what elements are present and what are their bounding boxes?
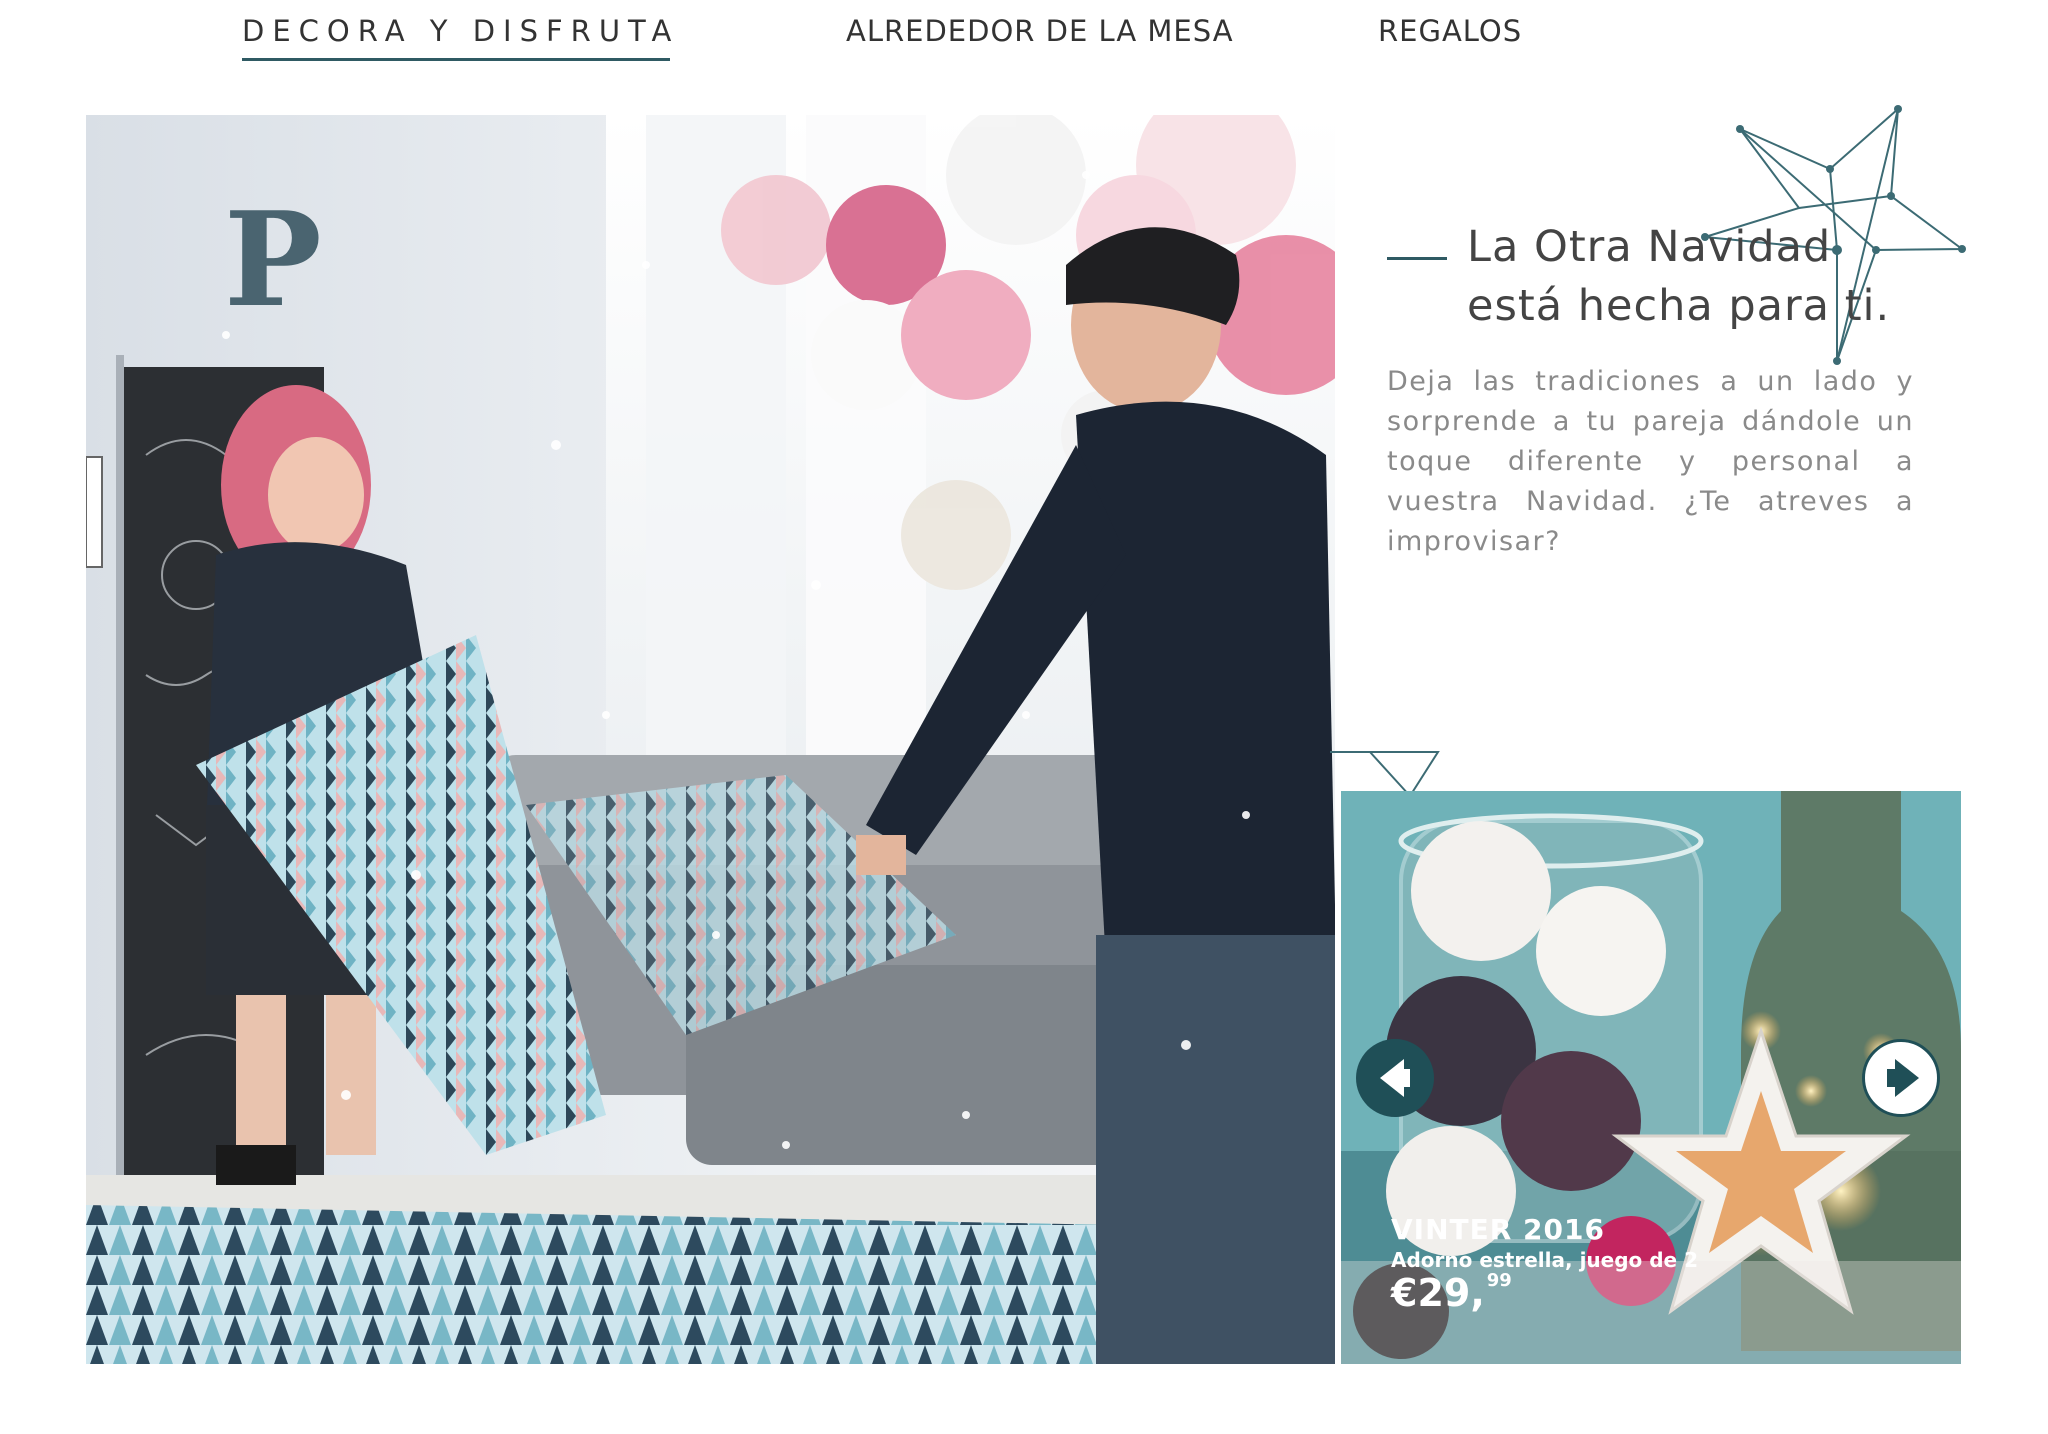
hero-image: P [86, 115, 1335, 1364]
headline-line-2: está hecha para ti. [1467, 281, 1891, 331]
carousel-prev-button[interactable] [1356, 1039, 1434, 1117]
nav-tab-decora-y-disfruta[interactable]: DECORA Y DISFRUTA [242, 14, 679, 48]
top-navigation: DECORA Y DISFRUTA ALREDEDOR DE LA MESA R… [0, 0, 2048, 80]
arrow-left-icon [1380, 1059, 1410, 1097]
price-cents: 99 [1486, 1270, 1512, 1291]
headline-line-1: La Otra Navidad [1467, 222, 1832, 272]
price-main: €29, [1391, 1271, 1485, 1315]
product-info: VINTER 2016 Adorno estrella, juego de 2 … [1391, 1213, 1698, 1315]
carousel-next-button[interactable] [1862, 1039, 1940, 1117]
product-price: €29, 99 [1391, 1270, 1698, 1315]
product-description: Adorno estrella, juego de 2 [1391, 1248, 1699, 1272]
headline-dash [1387, 257, 1447, 260]
wall-letter-p: P [224, 183, 322, 336]
product-card[interactable]: VINTER 2016 Adorno estrella, juego de 2 … [1341, 791, 1961, 1364]
intro-headline: La Otra Navidad está hecha para ti. [1467, 218, 1890, 336]
active-tab-underline [242, 58, 670, 61]
nav-tab-alrededor-de-la-mesa[interactable]: ALREDEDOR DE LA MESA [846, 14, 1234, 48]
nav-tab-regalos[interactable]: REGALOS [1378, 14, 1522, 48]
arrow-right-icon [1887, 1059, 1919, 1097]
intro-body: Deja las tradiciones a un lado y sorpren… [1387, 366, 1914, 557]
product-name: VINTER 2016 [1391, 1213, 1605, 1246]
